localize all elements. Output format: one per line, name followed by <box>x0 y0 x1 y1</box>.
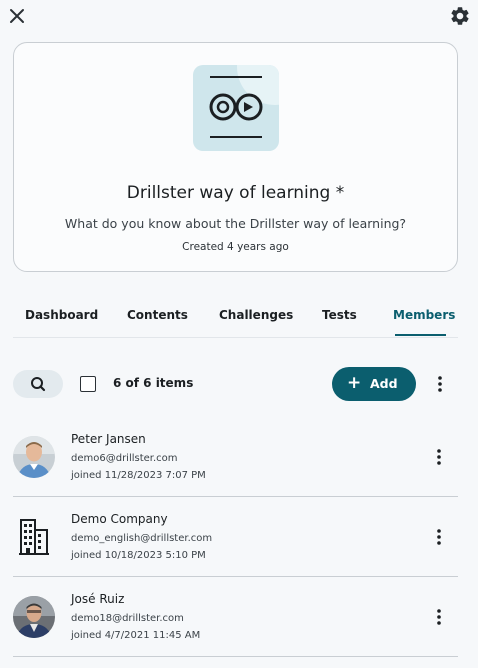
member-joined-date: joined 11/28/2023 7:07 PM <box>71 470 206 481</box>
tab-members[interactable]: Members <box>393 308 455 322</box>
member-joined-date: joined 10/18/2023 5:10 PM <box>71 550 206 561</box>
item-count: 6 of 6 items <box>113 376 194 390</box>
course-title: Drillster way of learning * <box>126 183 345 203</box>
close-button[interactable] <box>6 5 28 27</box>
tab-contents[interactable]: Contents <box>127 308 188 322</box>
course-card: Drillster way of learning * What do you … <box>13 42 458 272</box>
course-logo <box>193 65 279 151</box>
member-more-button[interactable] <box>431 606 447 628</box>
add-button-label: Add <box>370 376 398 391</box>
drillster-logo-icon <box>209 65 279 138</box>
member-more-button[interactable] <box>431 446 447 468</box>
person-photo-icon <box>13 596 55 638</box>
toolbar-more-button[interactable] <box>432 373 448 395</box>
member-row[interactable]: Demo Company demo_english@drillster.com … <box>13 497 458 577</box>
member-name: Peter Jansen <box>71 432 146 446</box>
active-tab-indicator <box>395 334 446 336</box>
close-icon <box>10 9 24 23</box>
member-name: Demo Company <box>71 512 168 526</box>
tab-tests[interactable]: Tests <box>322 308 357 322</box>
course-created: Created 4 years ago <box>182 241 289 253</box>
member-more-button[interactable] <box>431 526 447 548</box>
avatar <box>13 516 55 558</box>
tab-dashboard[interactable]: Dashboard <box>25 308 98 322</box>
plus-icon: + <box>347 373 362 393</box>
avatar <box>13 596 55 638</box>
tab-bar: Dashboard Contents Challenges Tests Memb… <box>13 298 458 338</box>
avatar <box>13 436 55 478</box>
member-email: demo18@drillster.com <box>71 613 184 624</box>
member-name: José Ruiz <box>71 592 125 606</box>
settings-button[interactable] <box>448 5 472 27</box>
member-joined-date: joined 4/7/2021 11:45 AM <box>71 630 201 641</box>
member-email: demo6@drillster.com <box>71 453 178 464</box>
building-icon <box>19 519 49 555</box>
search-button[interactable] <box>13 370 63 398</box>
gear-icon <box>451 7 469 25</box>
more-vertical-icon <box>437 529 441 545</box>
member-row[interactable]: José Ruiz demo18@drillster.com joined 4/… <box>13 577 458 657</box>
add-member-button[interactable]: + Add <box>332 367 416 401</box>
person-photo-icon <box>13 436 55 478</box>
more-vertical-icon <box>437 449 441 465</box>
course-description: What do you know about the Drillster way… <box>64 216 407 231</box>
more-vertical-icon <box>437 609 441 625</box>
more-vertical-icon <box>438 376 442 392</box>
top-bar <box>0 0 478 36</box>
member-email: demo_english@drillster.com <box>71 533 213 544</box>
tab-challenges[interactable]: Challenges <box>219 308 293 322</box>
members-toolbar: 6 of 6 items + Add <box>0 362 478 408</box>
search-icon <box>31 377 46 392</box>
member-row[interactable]: Peter Jansen demo6@drillster.com joined … <box>13 417 458 497</box>
select-all-checkbox[interactable] <box>80 376 96 392</box>
